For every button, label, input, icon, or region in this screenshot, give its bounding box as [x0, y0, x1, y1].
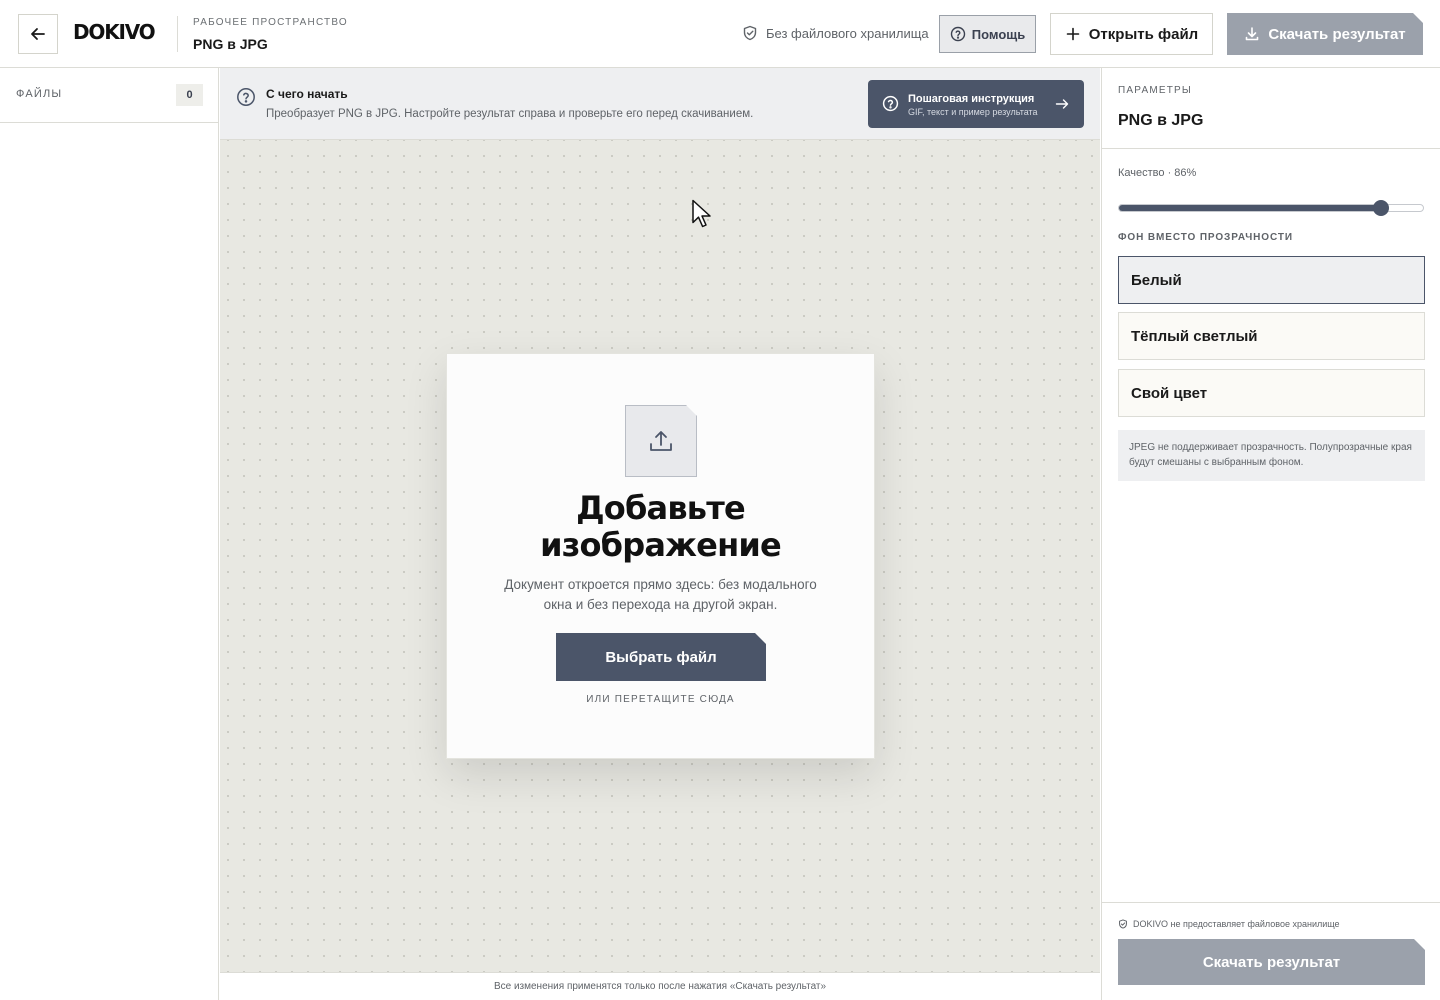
storage-note-text: Без файлового хранилища — [766, 25, 929, 41]
mouse-pointer-icon — [692, 199, 711, 228]
transparency-note: JPEG не поддерживает прозрачность. Полуп… — [1118, 430, 1425, 481]
upload-title-line-1: Добавьте — [576, 489, 746, 527]
shield-check-icon — [743, 25, 757, 41]
files-count-badge: 0 — [176, 84, 203, 106]
banner-title: С чего начать — [266, 87, 348, 101]
guide-title: Пошаговая инструкция — [908, 93, 1035, 105]
storage-note: Без файлового хранилища — [742, 25, 929, 41]
quality-label: Качество · 86% — [1118, 167, 1197, 179]
upload-description-line-2: окна и без перехода на другой экран. — [543, 597, 778, 612]
question-circle-icon — [950, 26, 965, 42]
logo[interactable]: DOKIVO — [73, 20, 156, 44]
background-option-custom[interactable]: Свой цвет — [1118, 369, 1425, 417]
upload-icon — [646, 426, 676, 456]
step-guide-button[interactable]: Пошаговая инструкция GIF, текст и пример… — [868, 80, 1084, 128]
banner-text: Преобразует PNG в JPG. Настройте результ… — [266, 108, 754, 120]
plus-icon — [1066, 27, 1080, 41]
choose-file-button[interactable]: Выбрать файл — [556, 633, 766, 681]
background-label: ФОН ВМЕСТО ПРОЗРАЧНОСТИ — [1118, 232, 1293, 243]
privacy-note-text: DOKIVO не предоставляет файловое хранили… — [1133, 919, 1340, 929]
back-button[interactable] — [18, 14, 58, 54]
workspace-canvas[interactable]: С чего начать Преобразует PNG в JPG. Нас… — [220, 68, 1100, 1000]
help-button-label: Помощь — [971, 26, 1026, 42]
workspace-label: РАБОЧЕЕ ПРОСТРАНСТВО — [193, 17, 348, 28]
getting-started-banner: С чего начать Преобразует PNG в JPG. Нас… — [220, 68, 1100, 140]
parameters-label: ПАРАМЕТРЫ — [1118, 85, 1192, 96]
background-option-white[interactable]: Белый — [1118, 256, 1425, 304]
upload-card[interactable]: Добавьте изображение Документ откроется … — [446, 353, 875, 759]
files-label: ФАЙЛЫ — [16, 88, 63, 100]
parameters-header: ПАРАМЕТРЫ PNG в JPG — [1102, 68, 1440, 149]
upload-description: Документ откроется прямо здесь: без мода… — [487, 575, 834, 615]
help-button[interactable]: Помощь — [939, 15, 1036, 53]
shield-check-icon — [1119, 919, 1127, 929]
question-circle-icon — [882, 95, 899, 112]
parameters-panel: ПАРАМЕТРЫ PNG в JPG Качество · 86% ФОН В… — [1101, 68, 1440, 1000]
panel-divider — [1102, 902, 1440, 903]
open-file-button[interactable]: Открыть файл — [1050, 13, 1213, 55]
download-icon — [1244, 26, 1260, 42]
parameters-title: PNG в JPG — [1118, 112, 1204, 129]
upload-description-line-1: Документ откроется прямо здесь: без мода… — [504, 577, 817, 592]
arrow-right-icon — [1055, 99, 1069, 109]
download-result-button-bottom[interactable]: Скачать результат — [1118, 939, 1425, 985]
download-result-button-top[interactable]: Скачать результат — [1227, 13, 1423, 55]
quality-slider-thumb[interactable] — [1373, 200, 1390, 216]
question-circle-icon — [237, 88, 255, 106]
upload-file-tile — [625, 405, 697, 477]
open-file-label: Открыть файл — [1088, 25, 1199, 43]
quality-slider-fill — [1119, 205, 1381, 211]
privacy-note: DOKIVO не предоставляет файловое хранили… — [1118, 919, 1340, 929]
quality-slider[interactable] — [1118, 200, 1424, 216]
arrow-left-icon — [31, 28, 45, 40]
files-header: ФАЙЛЫ 0 — [0, 68, 218, 123]
apply-changes-note: Все изменения применятся только после на… — [220, 972, 1100, 1000]
files-sidebar: ФАЙЛЫ 0 — [0, 68, 219, 1000]
drop-hint: ИЛИ ПЕРЕТАЩИТЕ СЮДА — [586, 694, 735, 705]
guide-subtitle: GIF, текст и пример результата — [908, 107, 1038, 117]
top-header: DOKIVO РАБОЧЕЕ ПРОСТРАНСТВО PNG в JPG Бе… — [0, 0, 1440, 68]
workspace-title: PNG в JPG — [193, 36, 268, 52]
download-result-label-top: Скачать результат — [1268, 25, 1406, 43]
header-divider — [177, 16, 178, 52]
background-option-warm-light[interactable]: Тёплый светлый — [1118, 312, 1425, 360]
upload-title-line-2: изображение — [540, 526, 782, 564]
upload-title: Добавьте изображение — [447, 490, 874, 564]
